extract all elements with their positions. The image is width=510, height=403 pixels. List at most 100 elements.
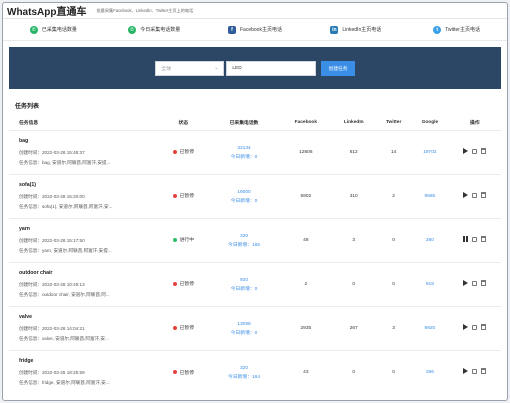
delete-icon[interactable] — [481, 148, 487, 154]
collected-count-link[interactable]: 16000 — [208, 190, 281, 195]
collected-cell: 920 今日新增：0 — [207, 261, 281, 306]
stat-collected-phones[interactable]: ✆ 已采集电话数量 — [3, 25, 104, 34]
twitter-cell: 0 — [376, 261, 412, 306]
col-facebook: Facebook — [294, 120, 318, 126]
keyword-input[interactable]: LED — [226, 60, 317, 76]
delete-icon[interactable] — [481, 280, 487, 286]
stat-label: Twitter主页电话 — [445, 27, 480, 33]
linkedin-cell: 3 — [331, 217, 377, 262]
actions-cell — [448, 349, 501, 394]
status-badge: 已暂停 — [172, 192, 194, 199]
collected-count-link[interactable]: 13096 — [208, 322, 281, 327]
export-icon[interactable] — [472, 148, 478, 154]
play-icon[interactable] — [463, 324, 469, 330]
task-table: 任务信息 状态 已采集电话数 Facebook LinkedIn Twitter… — [9, 116, 501, 394]
task-info-cell: bag 创建时间：2022-03-28 15:48:37 任务信息：bag, 安道尔… — [9, 129, 159, 174]
linkedin-cell: 267 — [331, 305, 377, 350]
task-info-cell: yarn 创建时间：2022-03-28 15:17:50 任务信息：yarn, 安… — [9, 217, 159, 262]
delete-icon[interactable] — [481, 368, 487, 375]
stat-twitter-phones[interactable]: t Twitter主页电话 — [406, 25, 507, 34]
stat-linkedin-phones[interactable]: in LinkedIn主页电话 — [305, 25, 406, 34]
collected-count-link[interactable]: 320 — [208, 234, 281, 239]
status-cell: 已暂停 — [159, 173, 208, 218]
today-new-link[interactable]: 今日新增：0 — [208, 285, 281, 292]
task-info-cell: outdoor chair 创建时间：2022-03-28 10:49:13 任务信… — [9, 261, 159, 306]
play-icon[interactable] — [463, 368, 469, 375]
google-count-link[interactable]: 918 — [426, 282, 434, 287]
play-icon[interactable] — [463, 192, 469, 198]
export-icon[interactable] — [472, 192, 478, 198]
task-created: 创建时间：2022-03-28 15:17:50 — [19, 238, 85, 243]
country-select[interactable]: 全球 ⌄ — [155, 60, 225, 76]
status-dot-icon — [172, 149, 177, 154]
delete-icon[interactable] — [481, 324, 487, 330]
collected-count-link[interactable]: 32134 — [208, 146, 281, 151]
status-cell: 已暂停 — [159, 349, 208, 394]
google-count-link[interactable]: 280 — [426, 238, 434, 243]
status-text: 已暂停 — [179, 370, 195, 376]
task-info-cell: sofa(1) 创建时间：2022-03-28 15:20:00 任务信息：sofa… — [9, 173, 159, 218]
delete-icon[interactable] — [481, 192, 487, 198]
stat-label: 今日采集电话数量 — [140, 27, 181, 33]
linkedin-cell: 0 — [331, 349, 377, 394]
google-count-link[interactable]: 286 — [426, 370, 434, 375]
delete-icon[interactable] — [481, 236, 487, 242]
today-new-link[interactable]: 今日新增：0 — [208, 329, 281, 336]
stat-label: 已采集电话数量 — [41, 27, 77, 33]
task-info: 任务信息：yarn, 安道尔,阿联酋,阿富汗,安提... — [19, 248, 112, 253]
today-new-link[interactable]: 今日新增：0 — [208, 153, 281, 160]
export-icon[interactable] — [472, 368, 478, 374]
task-name: outdoor chair — [19, 270, 53, 276]
collected-count-link[interactable]: 920 — [208, 278, 281, 283]
status-text: 已暂停 — [179, 282, 195, 288]
export-icon[interactable] — [472, 324, 478, 330]
task-created: 创建时间：2022-03-28 15:20:00 — [19, 194, 85, 199]
pause-icon[interactable] — [463, 236, 469, 242]
export-icon[interactable] — [472, 280, 478, 286]
collected-cell: 320 今日新增：164 — [207, 349, 281, 394]
table-header-row: 任务信息 状态 已采集电话数 Facebook LinkedIn Twitter… — [9, 116, 501, 130]
twitter-cell: 0 — [376, 217, 412, 262]
stat-today-phones[interactable]: ✆ 今日采集电话数量 — [104, 25, 205, 34]
task-list-section: 任务列表 任务信息 状态 已采集电话数 Facebook LinkedIn Tw… — [9, 101, 501, 394]
task-name: fridge — [19, 358, 34, 365]
whatsapp-icon: ✆ — [128, 25, 137, 34]
facebook-cell: 48 — [280, 217, 332, 262]
section-title: 任务列表 — [15, 104, 40, 110]
google-count-link[interactable]: 19702 — [423, 150, 436, 155]
google-cell: 9686 — [411, 173, 449, 218]
twitter-icon: t — [433, 25, 442, 34]
play-icon[interactable] — [463, 148, 469, 154]
status-cell: 已暂停 — [159, 129, 208, 174]
row-actions — [463, 324, 487, 330]
stat-facebook-phones[interactable]: f Facebook主页电话 — [205, 25, 306, 34]
status-badge: 已暂停 — [172, 280, 195, 288]
keyword-input-value: LED — [232, 65, 242, 71]
brand-title: WhatsApp直通车 — [7, 7, 87, 18]
collected-cell: 32134 今日新增：0 — [207, 129, 281, 174]
export-icon[interactable] — [472, 236, 478, 242]
app-window: WhatsApp直通车 批量采集Facebook、LinkedIn、Twitte… — [2, 2, 508, 401]
collected-count-link[interactable]: 320 — [208, 366, 281, 371]
status-text: 进行中 — [179, 238, 195, 244]
task-created: 创建时间：2022-03-25 18:25:59 — [19, 370, 85, 376]
task-info: 任务信息：fridge, 安道尔,阿联酋,阿富汗,安... — [19, 380, 110, 386]
app-header: WhatsApp直通车 批量采集Facebook、LinkedIn、Twitte… — [3, 3, 507, 19]
today-new-link[interactable]: 今日新增：0 — [208, 197, 281, 204]
create-task-button[interactable]: 创建任务 — [321, 60, 355, 76]
today-new-link[interactable]: 今日新增：164 — [208, 373, 281, 380]
google-cell: 918 — [411, 261, 449, 306]
play-icon[interactable] — [463, 280, 469, 286]
whatsapp-icon: ✆ — [29, 25, 38, 34]
status-text: 已暂停 — [179, 150, 195, 156]
google-count-link[interactable]: 9920 — [425, 326, 436, 331]
col-linkedin: LinkedIn — [343, 120, 364, 126]
today-new-link[interactable]: 今日新增：165 — [208, 241, 281, 248]
collected-cell: 320 今日新增：165 — [207, 217, 281, 262]
facebook-cell: 12606 — [280, 129, 332, 174]
col-actions: 操作 — [470, 121, 480, 127]
col-google: Google — [421, 120, 439, 126]
google-count-link[interactable]: 9686 — [425, 194, 436, 199]
google-cell: 9920 — [411, 305, 449, 350]
col-collected: 已采集电话数 — [229, 121, 259, 127]
